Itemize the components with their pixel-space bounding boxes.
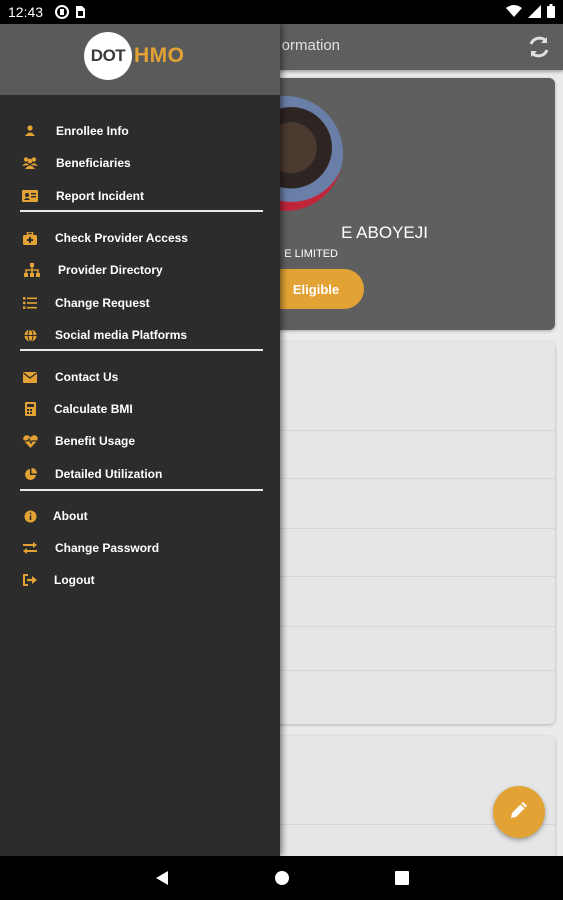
sign-out-icon (22, 572, 38, 588)
info-icon (22, 508, 38, 524)
menu-item-label: Change Request (55, 296, 150, 310)
menu-item-label: About (53, 509, 88, 523)
person-icon (22, 123, 38, 139)
menu-item-check-provider-access[interactable]: Check Provider Access (0, 223, 280, 253)
heartbeat-icon (22, 433, 38, 449)
menu-item-change-request[interactable]: Change Request (0, 288, 280, 318)
wifi-icon (506, 4, 522, 23)
sitemap-icon (24, 262, 40, 278)
medical-bag-icon (22, 230, 38, 246)
status-right-icons (506, 4, 555, 23)
logo-dot: DOT (84, 32, 132, 80)
status-bar: 12:43 (0, 0, 563, 24)
pencil-icon (508, 799, 530, 826)
sim-card-icon (74, 5, 86, 24)
id-card-icon (22, 188, 38, 204)
home-icon[interactable] (272, 868, 292, 888)
menu-item-contact-us[interactable]: Contact Us (0, 362, 280, 392)
menu-item-label: Provider Directory (58, 263, 163, 277)
recents-icon[interactable] (392, 868, 412, 888)
dothmo-logo: DOT HMO (84, 32, 185, 80)
system-navigation-bar (0, 856, 563, 900)
menu-item-about[interactable]: About (0, 501, 280, 531)
edit-fab-button[interactable] (493, 786, 545, 838)
menu-item-calculate-bmi[interactable]: Calculate BMI (0, 394, 280, 424)
calculator-icon (22, 401, 38, 417)
back-icon[interactable] (152, 868, 172, 888)
drawer-header: DOT HMO (0, 24, 280, 95)
envelope-icon (22, 369, 38, 385)
menu-item-label: Report Incident (56, 189, 145, 203)
menu-item-report-incident[interactable]: Report Incident (0, 181, 280, 211)
menu-item-detailed-utilization[interactable]: Detailed Utilization (0, 459, 280, 489)
menu-item-social-media-platforms[interactable]: Social media Platforms (0, 320, 280, 350)
signal-icon (528, 4, 541, 23)
globe-icon (22, 327, 38, 343)
menu-item-label: Enrollee Info (56, 124, 129, 138)
battery-icon (547, 4, 555, 23)
menu-item-label: Beneficiaries (56, 156, 131, 170)
list-icon (22, 295, 38, 311)
status-time: 12:43 (8, 4, 44, 20)
menu-item-label: Check Provider Access (55, 231, 188, 245)
section-divider (20, 210, 263, 212)
menu-item-label: Benefit Usage (55, 434, 136, 448)
people-icon (22, 155, 38, 171)
menu-item-label: Contact Us (55, 370, 119, 384)
exchange-icon (22, 540, 38, 556)
section-divider (20, 349, 263, 351)
status-left-icons (55, 5, 86, 24)
eligibility-label: Eligible (292, 281, 340, 297)
pie-chart-icon (22, 466, 38, 482)
menu-item-label: Social media Platforms (55, 328, 188, 342)
menu-item-beneficiaries[interactable]: Beneficiaries (0, 148, 280, 178)
navigation-drawer: DOT HMO Enrollee Info Beneficiaries Repo… (0, 24, 280, 856)
menu-item-logout[interactable]: Logout (0, 565, 280, 595)
menu-item-label: Calculate BMI (54, 402, 133, 416)
menu-item-benefit-usage[interactable]: Benefit Usage (0, 426, 280, 456)
menu-item-provider-directory[interactable]: Provider Directory (0, 255, 280, 285)
section-divider (20, 489, 263, 491)
menu-item-label: Logout (54, 573, 95, 587)
data-saver-icon (55, 5, 69, 24)
menu-item-label: Change Password (55, 541, 160, 555)
menu-item-change-password[interactable]: Change Password (0, 533, 280, 563)
logo-hmo: HMO (134, 44, 185, 67)
menu-item-enrollee-info[interactable]: Enrollee Info (0, 116, 280, 146)
refresh-icon[interactable] (527, 35, 551, 59)
menu-item-label: Detailed Utilization (55, 467, 163, 481)
